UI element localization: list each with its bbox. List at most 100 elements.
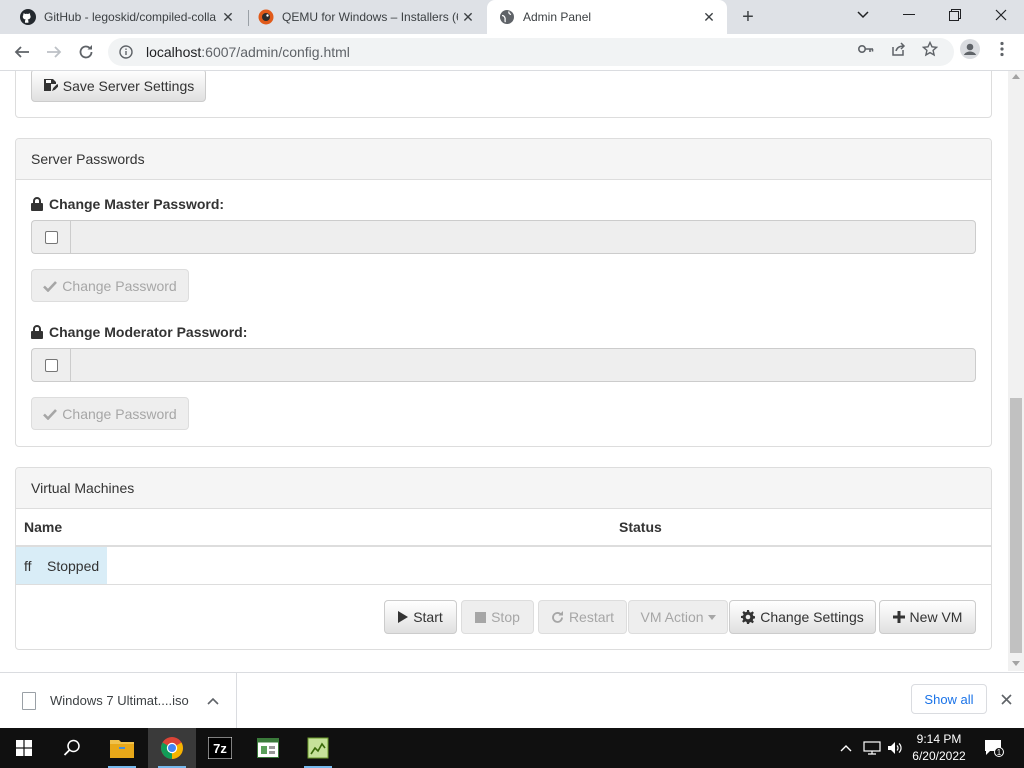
url-host: localhost	[146, 44, 202, 60]
browser-toolbar: localhost:6007/admin/config.html	[0, 34, 1024, 71]
download-item[interactable]: Windows 7 Ultimat....iso	[0, 673, 237, 728]
close-tab-icon[interactable]: ✕	[458, 7, 478, 27]
site-info-icon[interactable]	[118, 44, 134, 60]
moderator-password-group	[31, 348, 976, 382]
moderator-password-label: Change Moderator Password:	[31, 324, 247, 340]
check-icon	[43, 408, 58, 420]
reload-icon[interactable]	[72, 38, 100, 66]
search-icon[interactable]	[48, 728, 96, 768]
qemu-icon	[258, 9, 274, 25]
url-text: localhost:6007/admin/config.html	[146, 44, 350, 60]
lock-icon	[31, 325, 43, 339]
server-passwords-heading: Server Passwords	[16, 139, 991, 180]
bookmark-star-icon[interactable]	[921, 40, 939, 58]
table-row[interactable]: ff Stopped	[16, 547, 991, 585]
page-scrollbar[interactable]	[1008, 71, 1024, 671]
gear-icon	[741, 610, 756, 624]
master-password-toggle	[31, 220, 70, 254]
close-tab-icon[interactable]: ✕	[218, 7, 238, 27]
restart-label: Restart	[568, 609, 615, 625]
restart-vm-button[interactable]: Restart	[538, 600, 627, 634]
server-settings-panel: Save Server Settings	[15, 71, 992, 118]
tray-chevron-up-icon[interactable]	[836, 728, 856, 768]
scrollbar-thumb[interactable]	[1010, 398, 1022, 653]
moderator-password-checkbox[interactable]	[44, 358, 58, 372]
stop-vm-button[interactable]: Stop	[461, 600, 534, 634]
chrome-icon[interactable]	[148, 728, 196, 768]
vm-status: Stopped	[47, 558, 100, 574]
globe-icon	[499, 9, 515, 25]
master-password-label-text: Change Master Password:	[49, 196, 225, 212]
new-tab-icon[interactable]: +	[737, 6, 759, 28]
stop-icon	[475, 611, 487, 623]
tab-qemu[interactable]: QEMU for Windows – Installers (6 ✕	[246, 0, 486, 34]
check-icon	[43, 280, 58, 292]
forward-icon[interactable]	[40, 38, 68, 66]
change-settings-label: Change Settings	[760, 609, 864, 625]
vm-action-dropdown[interactable]: VM Action	[628, 600, 728, 634]
column-status: Status	[619, 519, 662, 535]
vm-action-label: VM Action	[640, 609, 704, 625]
back-icon[interactable]	[8, 38, 36, 66]
7zip-icon[interactable]: 7z	[196, 728, 244, 768]
master-password-input[interactable]	[70, 220, 976, 254]
save-server-settings-button[interactable]: Save Server Settings	[31, 71, 206, 102]
close-tab-icon[interactable]: ✕	[699, 7, 719, 27]
clock[interactable]: 9:14 PM 6/20/2022	[906, 731, 972, 765]
virtual-machines-heading: Virtual Machines	[16, 468, 991, 509]
restore-icon[interactable]	[932, 0, 978, 30]
app-window-icon[interactable]	[244, 728, 292, 768]
volume-icon[interactable]	[884, 728, 906, 768]
action-center-icon[interactable]: 1	[982, 728, 1006, 768]
tab-search-icon[interactable]	[840, 0, 886, 30]
column-name: Name	[24, 519, 63, 535]
master-password-checkbox[interactable]	[44, 230, 58, 244]
address-bar[interactable]: localhost:6007/admin/config.html	[108, 38, 954, 66]
tab-github[interactable]: GitHub - legoskid/compiled-colla ✕	[8, 0, 246, 34]
clock-date: 6/20/2022	[912, 749, 966, 763]
minimize-icon[interactable]	[886, 0, 932, 30]
play-icon	[398, 611, 409, 623]
moderator-password-label-text: Change Moderator Password:	[49, 324, 248, 340]
change-moderator-password-button[interactable]: Change Password	[31, 397, 189, 430]
close-window-icon[interactable]	[978, 0, 1024, 30]
notification-count: 1	[997, 748, 1002, 757]
server-passwords-panel: Server Passwords Change Master Password:…	[15, 138, 992, 447]
change-password-label: Change Password	[62, 277, 177, 294]
change-master-password-button[interactable]: Change Password	[31, 269, 189, 302]
scroll-up-arrow-icon[interactable]	[1012, 74, 1020, 79]
clock-time: 9:14 PM	[916, 732, 962, 746]
close-shelf-icon[interactable]	[997, 690, 1015, 708]
refresh-icon	[551, 610, 564, 624]
change-settings-button[interactable]: Change Settings	[729, 600, 876, 634]
master-password-group	[31, 220, 976, 254]
chevron-up-icon[interactable]	[206, 697, 220, 705]
vm-name: ff	[24, 558, 32, 574]
share-icon[interactable]	[889, 40, 907, 58]
windows-start-icon[interactable]	[0, 728, 48, 768]
master-password-label: Change Master Password:	[31, 196, 224, 212]
more-menu-icon[interactable]	[993, 40, 1011, 58]
moderator-password-toggle	[31, 348, 70, 382]
url-path: :6007/admin/config.html	[201, 44, 350, 60]
network-icon[interactable]	[860, 728, 884, 768]
moderator-password-input[interactable]	[70, 348, 976, 382]
vm-table-header: Name Status	[16, 509, 991, 547]
page-viewport: Save Server Settings Server Passwords Ch…	[0, 71, 1008, 671]
notepad-app-icon[interactable]	[294, 728, 342, 768]
profile-avatar-icon[interactable]	[960, 39, 980, 59]
tab-admin-panel[interactable]: Admin Panel ✕	[487, 0, 727, 34]
show-all-button[interactable]: Show all	[911, 684, 987, 714]
download-file-name: Windows 7 Ultimat....iso	[50, 693, 189, 708]
plus-icon	[892, 611, 905, 623]
file-explorer-icon[interactable]	[98, 728, 146, 768]
change-password-label: Change Password	[62, 405, 177, 422]
virtual-machines-panel: Virtual Machines Name Status ff Stopped …	[15, 467, 992, 650]
lock-icon	[31, 197, 43, 211]
download-shelf: Windows 7 Ultimat....iso Show all	[0, 672, 1024, 728]
stop-label: Stop	[491, 609, 520, 625]
start-vm-button[interactable]: Start	[384, 600, 457, 634]
key-icon[interactable]	[857, 40, 875, 58]
scroll-down-arrow-icon[interactable]	[1012, 661, 1020, 666]
new-vm-button[interactable]: New VM	[879, 600, 976, 634]
